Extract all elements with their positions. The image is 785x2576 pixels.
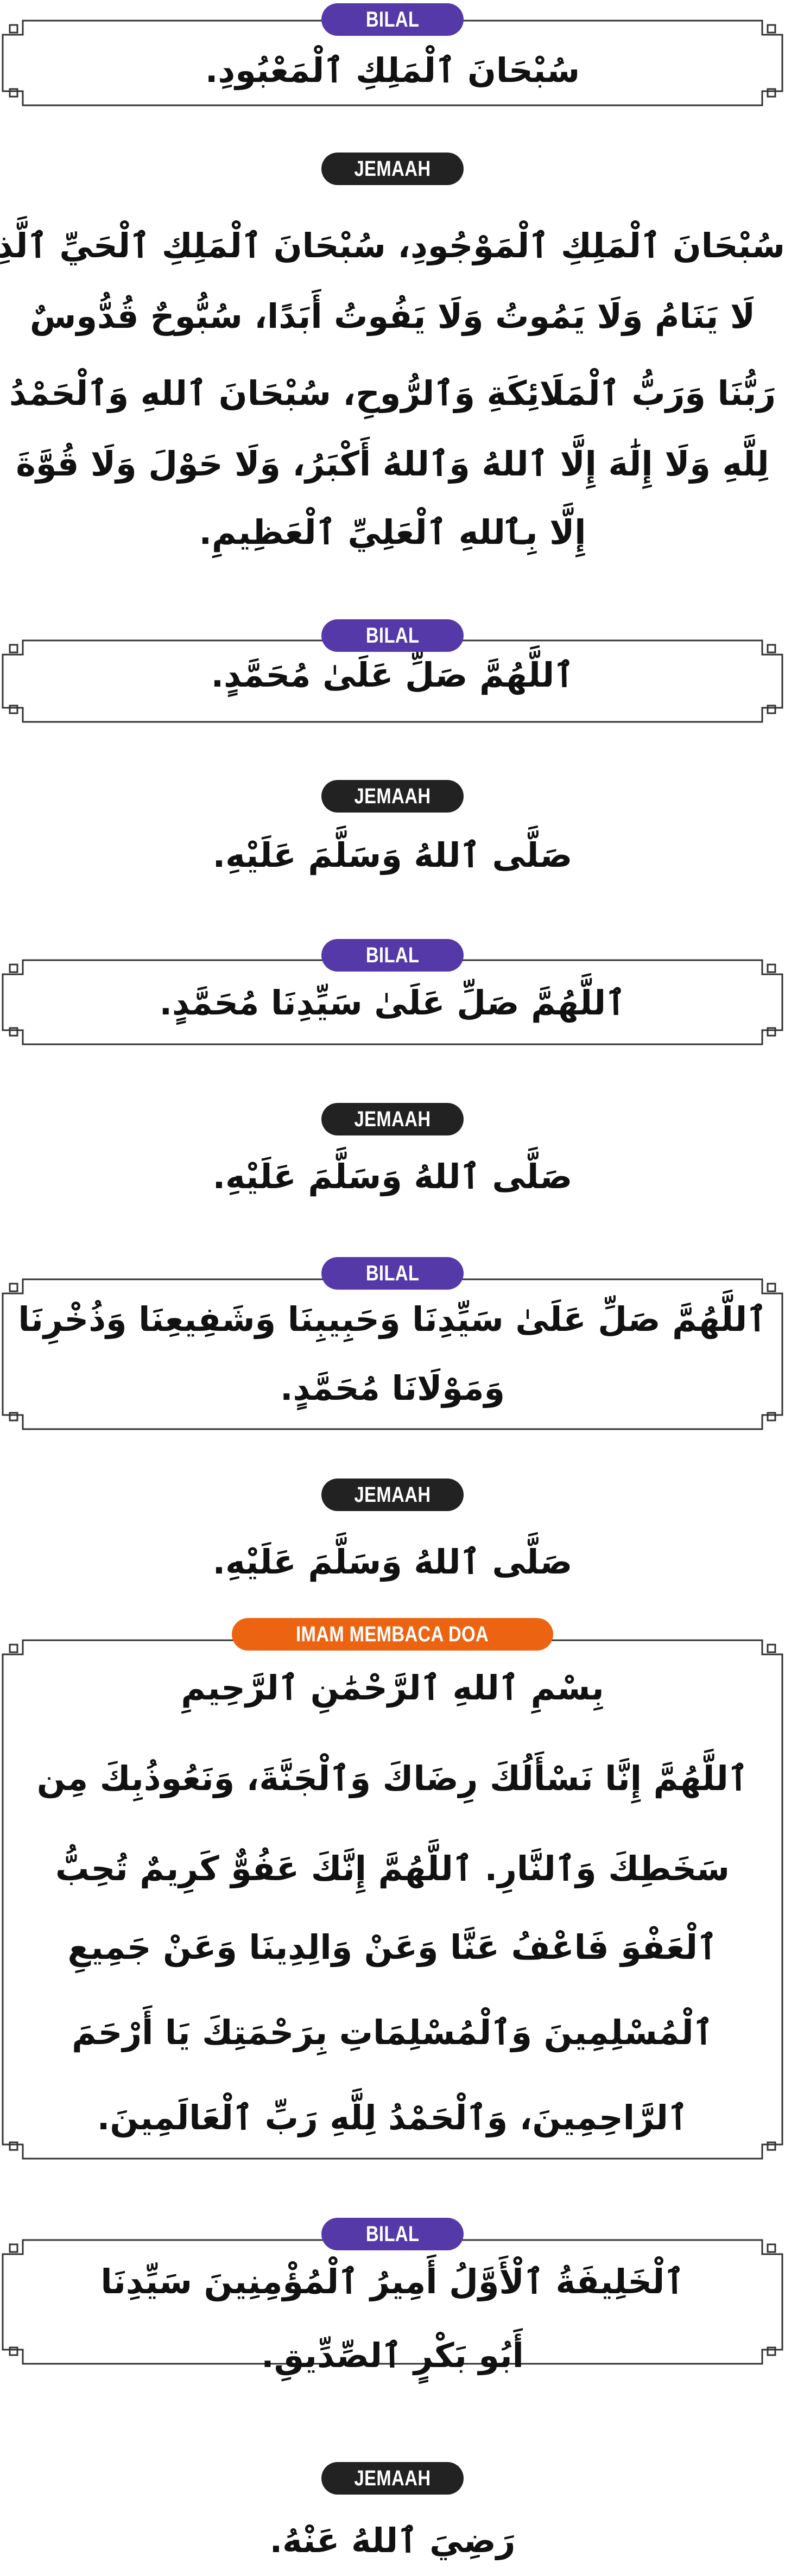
speaker-badge-bilal: BILAL	[321, 2218, 464, 2250]
recitation-line: إِلَّا بِٱللهِ ٱلْعَلِيِّ ٱلْعَظِيمِ.	[199, 512, 586, 552]
recitation-line: بِسْمِ ٱللهِ ٱلرَّحْمَٰنِ ٱلرَّحِيمِ	[181, 1668, 604, 1708]
badge-label: BILAL	[365, 2222, 420, 2246]
frame-corner-ornament	[767, 24, 776, 34]
speaker-badge-jemaah: JEMAAH	[321, 780, 464, 813]
speaker-badge-bilal: BILAL	[321, 939, 464, 972]
recitation-line: صَلَّى ٱللهُ وَسَلَّمَ عَلَيْهِ.	[212, 1542, 573, 1582]
badge-label: JEMAAH	[354, 157, 431, 181]
speaker-badge-imam: IMAM MEMBACA DOA	[232, 1618, 553, 1651]
speaker-badge-bilal: BILAL	[321, 1257, 464, 1290]
badge-label: BILAL	[365, 8, 420, 31]
recitation-line: لِلَّهِ وَلَا إِلَٰهَ إِلَّا ٱللهُ وَٱلل…	[16, 444, 769, 484]
badge-label: IMAM MEMBACA DOA	[296, 1622, 489, 1646]
recitation-line: سَخَطِكَ وَٱلنَّارِ. ٱللَّهُمَّ إِنَّكَ …	[55, 1849, 730, 1888]
badge-label: BILAL	[365, 624, 420, 648]
speaker-badge-jemaah: JEMAAH	[321, 1479, 464, 1511]
recitation-line: وَمَوْلَانَا مُحَمَّدٍ.	[280, 1368, 505, 1408]
recitation-line: ٱللَّهُمَّ صَلِّ عَلَىٰ سَيِّدِنَا وَحَب…	[18, 1299, 767, 1339]
frame-corner-ornament	[767, 1644, 776, 1653]
recitation-line: ٱلْخَلِيفَةُ ٱلْأَوَّلُ أَمِيرُ ٱلْمُؤْم…	[100, 2262, 685, 2301]
recitation-line: ٱلرَّاحِمِينَ، وَٱلْحَمْدُ لِلَّهِ رَبِّ…	[97, 2098, 688, 2137]
speaker-badge-jemaah: JEMAAH	[321, 153, 464, 185]
badge-label: JEMAAH	[354, 2466, 431, 2490]
recitation-line: ٱلْعَفْوَ فَاعْفُ عَنَّا وَعَنْ وَالِدِي…	[67, 1927, 718, 1967]
badge-label: JEMAAH	[354, 784, 431, 808]
badge-label: JEMAAH	[354, 1483, 431, 1507]
frame-corner-ornament	[9, 1644, 18, 1653]
recitation-line: أَبُو بَكْرٍ ٱلصِّدِّيقِ.	[261, 2336, 524, 2375]
recitation-line: سُبْحَانَ ٱلْمَلِكِ ٱلْمَوْجُودِ، سُبْحَ…	[0, 226, 785, 265]
recitation-line: ٱللَّهُمَّ صَلِّ عَلَىٰ سَيِّدِنَا مُحَم…	[159, 983, 626, 1023]
speaker-badge-jemaah: JEMAAH	[321, 1103, 464, 1135]
recitation-line: سُبْحَانَ ٱلْمَلِكِ ٱلْمَعْبُودِ.	[205, 50, 580, 90]
speaker-badge-bilal: BILAL	[321, 3, 464, 36]
recitation-line: رَضِيَ ٱللهُ عَنْهُ.	[269, 2521, 516, 2560]
recitation-line: صَلَّى ٱللهُ وَسَلَّمَ عَلَيْهِ.	[212, 1157, 573, 1196]
badge-label: BILAL	[365, 943, 420, 967]
speaker-badge-jemaah: JEMAAH	[321, 2462, 464, 2495]
recitation-line: صَلَّى ٱللهُ وَسَلَّمَ عَلَيْهِ.	[212, 835, 573, 875]
recitation-line: لَا يَنَامُ وَلَا يَمُوتُ وَلَا يَفُوتُ …	[29, 296, 756, 336]
frame-corner-ornament	[9, 24, 18, 34]
recitation-line: رَبُّنَا وَرَبُّ ٱلْمَلَائِكَةِ وَٱلرُّو…	[9, 373, 776, 413]
recitation-line: ٱلْمُسْلِمِينَ وَٱلْمُسْلِمَاتِ بِرَحْمَ…	[72, 2013, 713, 2052]
badge-label: JEMAAH	[354, 1107, 431, 1131]
speaker-badge-bilal: BILAL	[321, 619, 464, 652]
badge-label: BILAL	[365, 1261, 420, 1285]
recitation-line: ٱللَّهُمَّ إِنَّا نَسْأَلُكَ رِضَاكَ وَٱ…	[36, 1759, 749, 1798]
